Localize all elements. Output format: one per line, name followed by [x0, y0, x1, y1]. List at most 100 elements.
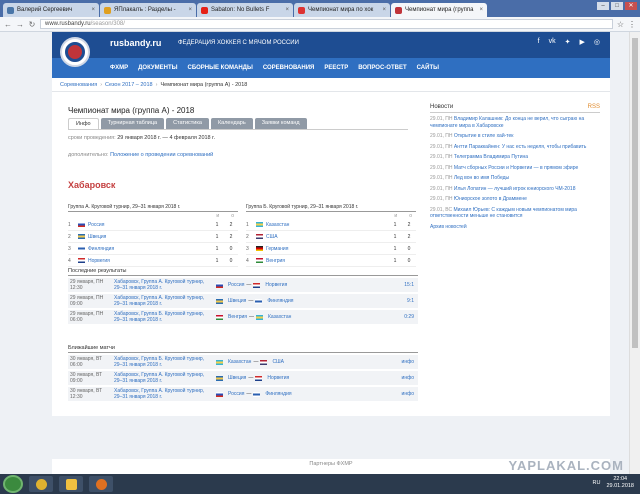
tw-social-icon[interactable]: ✦: [565, 38, 571, 46]
vk-social-icon[interactable]: vk: [549, 38, 556, 46]
breadcrumb-separator: ›: [155, 81, 158, 88]
tab-2[interactable]: Статистика: [166, 118, 209, 129]
nav-item[interactable]: САЙТЫ: [417, 65, 439, 71]
scrollbar-thumb[interactable]: [632, 38, 638, 348]
news-link[interactable]: Телеграмма Владимира Путина: [454, 154, 528, 160]
match-score-link[interactable]: инфо: [398, 359, 418, 365]
close-window-button[interactable]: ✕: [625, 2, 637, 10]
team-b-link[interactable]: Финляндия: [265, 391, 291, 397]
reload-icon[interactable]: ↻: [28, 20, 36, 29]
match-stage-link[interactable]: Хабаровск, Группа А. Круговой турнир, 29–…: [114, 295, 216, 307]
team-a-link[interactable]: Россия: [228, 391, 244, 397]
news-link[interactable]: Илья Лопатин — лучший игрок юниорского Ч…: [454, 186, 576, 192]
team-a-link[interactable]: Россия: [228, 282, 244, 288]
team-link[interactable]: Германия: [266, 246, 388, 252]
rss-link[interactable]: RSS: [588, 104, 600, 110]
in-social-icon[interactable]: ◎: [594, 38, 600, 46]
back-arrow-icon[interactable]: ←: [4, 20, 12, 29]
news-link[interactable]: Лед вон во имя Победы: [454, 175, 509, 181]
federation-logo[interactable]: [60, 37, 90, 67]
clock[interactable]: 22:04 29.01.2018: [606, 476, 634, 490]
match-stage-link[interactable]: Хабаровск, Группа А. Круговой турнир, 29–…: [114, 372, 216, 384]
tab-3[interactable]: Календарь: [210, 118, 253, 129]
team-link[interactable]: Финляндия: [88, 246, 210, 252]
team-b-link[interactable]: Норвегия: [267, 375, 289, 381]
tab-close-icon[interactable]: ×: [91, 7, 95, 13]
browser-tab[interactable]: Валерий Сергеевич ×: [3, 3, 99, 17]
news-link[interactable]: Открытие в стиле хай-тек: [454, 133, 514, 139]
language-indicator[interactable]: RU: [593, 480, 601, 486]
team-link[interactable]: США: [266, 234, 388, 240]
match-stage-link[interactable]: Хабаровск, Группа А. Круговой турнир, 29–…: [114, 388, 216, 400]
maximize-button[interactable]: □: [611, 2, 623, 10]
news-item: 29.01, ПН Открытие в стиле хай-тек: [430, 133, 600, 140]
news-link[interactable]: Михаил Юрьев: С каждым новым чемпионатом…: [430, 207, 577, 220]
news-archive-link[interactable]: Архив новостей: [430, 224, 467, 230]
nav-item[interactable]: СБОРНЫЕ КОМАНДЫ: [187, 65, 252, 71]
team-b-link[interactable]: Норвегия: [265, 282, 287, 288]
menu-icon[interactable]: ⋮: [628, 20, 636, 29]
tab-close-icon[interactable]: ×: [479, 7, 483, 13]
window-controls: – □ ✕: [597, 2, 637, 10]
team-a-link[interactable]: Венгрия: [228, 314, 247, 320]
tab-close-icon[interactable]: ×: [188, 7, 192, 13]
nav-item[interactable]: СОРЕВНОВАНИЯ: [263, 65, 315, 71]
match-score-link[interactable]: инфо: [398, 375, 418, 381]
team-link[interactable]: Норвегия: [88, 258, 210, 264]
browser-tab[interactable]: Sabaton: No Bullets F ×: [197, 3, 293, 17]
minimize-button[interactable]: –: [597, 2, 609, 10]
federation-name: ФЕДЕРАЦИЯ ХОККЕЯ С МЯЧОМ РОССИИ: [178, 40, 299, 46]
tab-title: Чемпионат мира по хок: [308, 7, 374, 13]
table-row: 4 Норвегия 1 0: [68, 255, 238, 267]
tab-0[interactable]: Инфо: [68, 118, 99, 129]
match-stage-link[interactable]: Хабаровск, Группа Б. Круговой турнир, 29–…: [114, 311, 216, 323]
breadcrumb-item[interactable]: Сезон 2017 – 2018: [105, 82, 153, 88]
tab-close-icon[interactable]: ×: [382, 7, 386, 13]
browser-tab[interactable]: ЯПлакалъ : Разделы - ×: [100, 3, 196, 17]
match-score-link[interactable]: 15:1: [398, 282, 418, 288]
nav-item[interactable]: ДОКУМЕНТЫ: [138, 65, 177, 71]
breadcrumb-item[interactable]: Соревнования: [60, 82, 97, 88]
team-link[interactable]: Швеция: [88, 234, 210, 240]
team-b-link[interactable]: Казахстан: [268, 314, 291, 320]
match-stage-link[interactable]: Хабаровск, Группа Б. Круговой турнир, 29–…: [114, 356, 216, 368]
browser-tab[interactable]: Чемпионат мира по хок ×: [294, 3, 390, 17]
nav-item[interactable]: ФХМР: [110, 65, 128, 71]
news-link[interactable]: Антти Параккайнен: У нас есть неделя, чт…: [454, 144, 587, 150]
url-input[interactable]: www.rusbandy.ru/season/308/: [40, 19, 613, 29]
f-social-icon[interactable]: f: [538, 38, 540, 46]
media-taskbar-icon[interactable]: [89, 476, 113, 492]
match-score-link[interactable]: инфо: [398, 391, 418, 397]
tab-close-icon[interactable]: ×: [285, 7, 289, 13]
star-icon[interactable]: ☆: [617, 20, 624, 29]
team-link[interactable]: Казахстан: [266, 222, 388, 228]
match-stage-link[interactable]: Хабаровск, Группа А. Круговой турнир, 29–…: [114, 279, 216, 291]
team-link[interactable]: Россия: [88, 222, 210, 228]
news-link[interactable]: Владимир Калашник: До конца не верил, чт…: [430, 116, 584, 129]
explorer-taskbar-icon[interactable]: [59, 476, 83, 492]
nav-item[interactable]: РЕЕСТР: [324, 65, 348, 71]
tab-4[interactable]: Заявки команд: [254, 118, 307, 129]
team-b-link[interactable]: США: [272, 359, 284, 365]
nav-item[interactable]: ВОПРОС-ОТВЕТ: [358, 65, 406, 71]
forward-arrow-icon[interactable]: →: [16, 20, 24, 29]
tab-1[interactable]: Турнирная таблица: [100, 118, 165, 129]
scrollbar[interactable]: [629, 32, 640, 474]
regulations-link[interactable]: Положение о проведении соревнований: [110, 152, 213, 158]
team-a-link[interactable]: Казахстан: [228, 359, 251, 365]
team-a-link[interactable]: Швеция: [228, 375, 246, 381]
news-link[interactable]: Матч сборных России и Норвегии — в прямо…: [454, 165, 578, 171]
yt-social-icon[interactable]: ▶: [580, 38, 585, 46]
chrome-taskbar-icon[interactable]: [29, 476, 53, 492]
match-score-link[interactable]: 0:29: [398, 314, 418, 320]
browser-tab[interactable]: Чемпионат мира (группа ×: [391, 3, 487, 17]
team-a-link[interactable]: Швеция: [228, 298, 246, 304]
team-b-link[interactable]: Финляндия: [267, 298, 293, 304]
start-button[interactable]: [3, 475, 23, 493]
team-link[interactable]: Венгрия: [266, 258, 388, 264]
match-score-link[interactable]: 9:1: [398, 298, 418, 304]
extra-row: дополнительно: Положение о проведении со…: [68, 152, 213, 158]
points: 2: [229, 221, 233, 228]
site-brand[interactable]: rusbandy.ru: [110, 38, 161, 48]
news-link[interactable]: Юниорское золото в Драмменe: [454, 196, 527, 202]
